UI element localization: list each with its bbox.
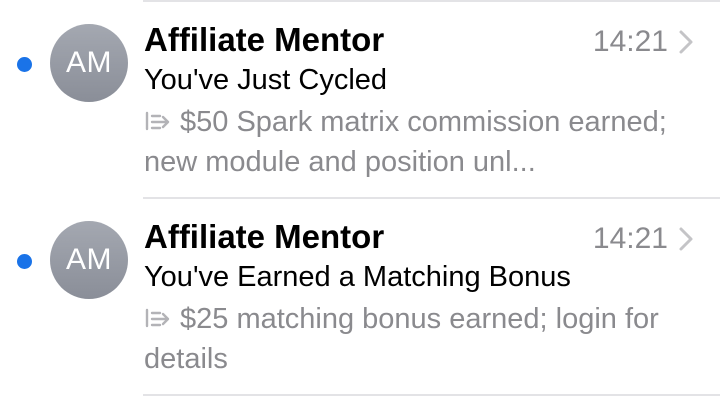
mail-list: AM Affiliate Mentor 14:21 You've Just Cy… [0, 0, 720, 407]
mail-row[interactable]: AM Affiliate Mentor 14:21 You've Just Cy… [0, 2, 720, 198]
reply-icon [145, 111, 170, 131]
avatar: AM [50, 221, 128, 299]
sender-name: Affiliate Mentor [144, 21, 385, 58]
divider [143, 394, 720, 396]
preview-text: $50 Spark matrix commission earned; new … [144, 102, 689, 182]
timestamp: 14:21 [592, 25, 668, 58]
unread-dot-icon [17, 57, 32, 72]
preview-label: $25 matching bonus earned; login for det… [144, 303, 659, 375]
preview-label: $50 Spark matrix commission earned; new … [144, 106, 667, 178]
sender-name: Affiliate Mentor [144, 218, 385, 255]
reply-icon [145, 308, 170, 328]
mail-row[interactable]: AM Affiliate Mentor 14:21 You've Earned … [0, 199, 720, 395]
avatar-initials: AM [66, 243, 112, 276]
chevron-right-icon [679, 30, 693, 54]
unread-dot-icon [17, 254, 32, 269]
preview-text: $25 matching bonus earned; login for det… [144, 299, 689, 379]
subject: You've Just Cycled [144, 64, 388, 96]
chevron-right-icon [679, 227, 693, 251]
avatar: AM [50, 24, 128, 102]
subject: You've Earned a Matching Bonus [144, 261, 571, 293]
avatar-initials: AM [66, 46, 112, 79]
timestamp: 14:21 [592, 222, 668, 255]
